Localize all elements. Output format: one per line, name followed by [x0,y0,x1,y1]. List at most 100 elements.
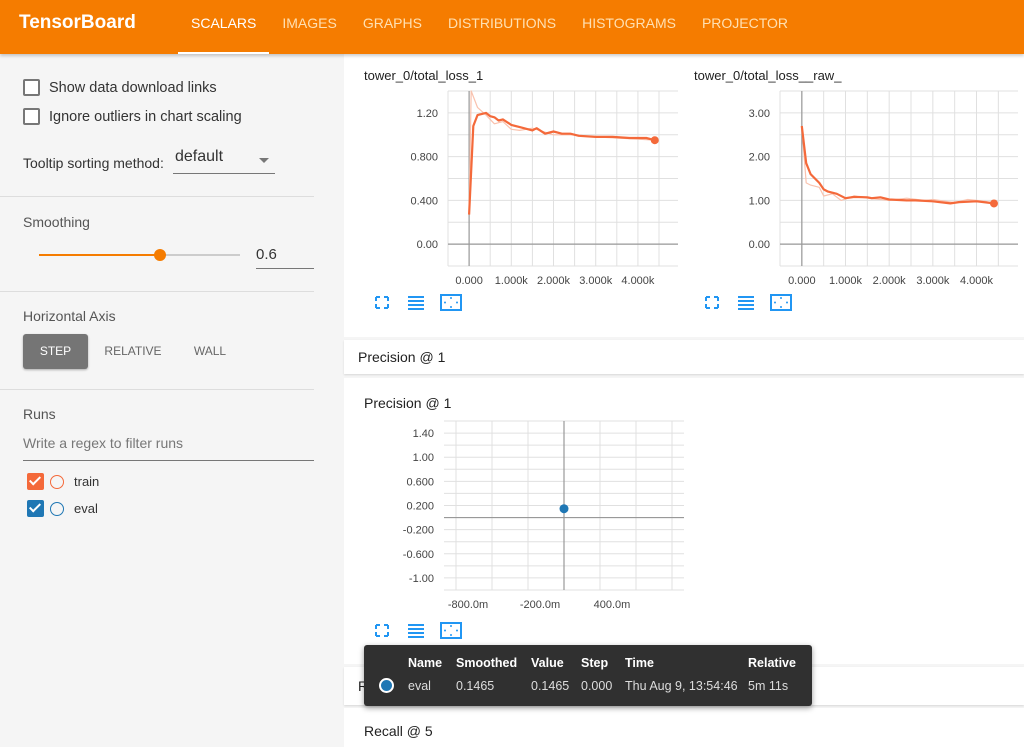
x-tick-label: 400.0m [594,599,631,611]
y-tick-label: 0.400 [410,195,438,207]
chart-title: tower_0/total_loss_1 [364,68,484,83]
chart-title: Precision @ 1 [364,395,452,411]
tooltip-step: 0.000 [581,679,613,693]
tab-histograms[interactable]: HISTOGRAMS [569,0,689,54]
tooltip-header-name: Name [408,656,443,670]
smoothing-slider-knob[interactable] [153,249,166,261]
tab-projector[interactable]: PROJECTOR [689,0,801,54]
show-download-links-label: Show data download links [49,79,217,96]
y-tick-label: 0.00 [417,239,438,251]
chart-toolbar [702,294,792,311]
fullscreen-icon[interactable] [372,294,392,311]
chart-tooltip: Name Smoothed Value Step Time Relative e… [364,645,812,706]
divider [0,291,314,292]
precision-chart[interactable]: 1.40 1.00 0.600 0.200 -0.200 -0.600 -1.00 -800.… [358,416,698,616]
fit-domain-icon[interactable] [440,294,462,311]
last-point-marker [650,136,659,145]
x-tick-label: -200.0m [520,599,560,611]
axis-step-button[interactable]: STEP [23,334,88,369]
tooltip-header-time: Time [625,656,654,670]
chart-toolbar [372,622,462,639]
x-tick-label: 4.000k [960,275,994,287]
axis-wall-button[interactable]: WALL [180,334,240,369]
y-tick-label: 0.00 [749,239,770,251]
x-tick-label: 3.000k [916,275,950,287]
tooltip-header-value: Value [531,656,564,670]
tooltip-sorting-value: default [175,148,224,165]
y-tick-label: 1.40 [413,428,434,440]
dropdown-arrow-icon [259,158,269,163]
y-tick-label: 1.20 [417,108,438,120]
x-tick-label: 0.000 [788,275,816,287]
tooltip-header-relative: Relative [748,656,796,670]
tooltip-header-smoothed: Smoothed [456,656,518,670]
toggle-log-scale-icon[interactable] [406,294,426,311]
x-tick-label: 2.000k [537,275,571,287]
sidebar: Show data download links Ignore outliers… [0,54,344,747]
y-tick-label: 0.800 [410,152,438,164]
run-train-label: train [74,474,100,489]
y-tick-label: -0.600 [403,549,434,561]
tab-scalars[interactable]: SCALARS [178,0,270,54]
toggle-log-scale-icon[interactable] [736,294,756,311]
tab-distributions[interactable]: DISTRIBUTIONS [435,0,569,54]
chart-title: Recall @ 5 [364,723,433,739]
run-item-train[interactable]: train [27,473,99,490]
top-app-bar: TensorBoard SCALARS IMAGES GRAPHS DISTRI… [0,0,1024,54]
axis-relative-button[interactable]: RELATIVE [96,334,170,369]
run-eval-color-icon[interactable] [50,501,64,516]
tooltip-header-step: Step [581,656,609,670]
tooltip-name: eval [408,679,431,693]
x-tick-label: 1.000k [495,275,529,287]
x-tick-label: 1.000k [829,275,863,287]
run-item-eval[interactable]: eval [27,500,98,517]
toggle-log-scale-icon[interactable] [406,622,426,639]
loss-chart[interactable]: 1.20 0.800 0.400 0.00 0.000 1.000k 2.000k 3.000… [358,86,688,291]
y-tick-label: 2.00 [749,152,770,164]
x-tick-label: -800.0m [448,599,488,611]
run-filter-placeholder: Write a regex to filter runs [23,435,184,451]
chart-toolbar [372,294,462,311]
recall-card: Recall @ 5 [344,708,1024,747]
show-download-links-option[interactable]: Show data download links [23,79,217,96]
tab-graphs[interactable]: GRAPHS [350,0,435,54]
run-train-color-icon[interactable] [50,474,64,489]
x-tick-label: 3.000k [579,275,613,287]
section-title: Precision @ 1 [358,349,446,365]
fit-domain-icon[interactable] [440,622,462,639]
smoothed-series-line [800,125,995,205]
smoothing-slider[interactable] [39,249,240,261]
ignore-outliers-label: Ignore outliers in chart scaling [49,108,242,125]
loss-raw-chart[interactable]: 3.00 2.00 1.00 0.00 0.000 1.000k 2.000k 3.000k 4… [688,86,1024,291]
x-tick-label: 4.000k [621,275,655,287]
tab-images[interactable]: IMAGES [269,0,349,54]
section-header-precision[interactable]: Precision @ 1 [344,340,1024,374]
fullscreen-icon[interactable] [372,622,392,639]
smoothing-input[interactable]: 0.6 [256,242,314,269]
smoothing-slider-fill [39,254,160,256]
fit-domain-icon[interactable] [770,294,792,311]
nav-tabs: SCALARS IMAGES GRAPHS DISTRIBUTIONS HIST… [178,0,801,54]
ignore-outliers-checkbox[interactable] [23,108,40,125]
smoothing-label: Smoothing [23,214,90,230]
run-filter-input[interactable]: Write a regex to filter runs [23,435,314,461]
horizontal-axis-label: Horizontal Axis [23,308,116,324]
tooltip-relative: 5m 11s [748,679,789,693]
precision-card: Precision @ 1 1.40 1.00 0.600 0.200 -0.200 -0… [344,378,1024,664]
chart-title: tower_0/total_loss__raw_ [694,68,842,83]
fullscreen-icon[interactable] [702,294,722,311]
y-tick-label: 1.00 [413,452,434,464]
y-tick-label: 0.200 [406,501,434,513]
show-download-links-checkbox[interactable] [23,79,40,96]
smoothed-series-line [468,111,656,215]
run-train-checkbox[interactable] [27,473,44,490]
x-tick-label: 2.000k [873,275,907,287]
tooltip-sorting-select[interactable]: default [173,148,275,174]
divider [0,389,314,390]
divider [0,196,314,197]
app-title: TensorBoard [19,12,136,33]
ignore-outliers-option[interactable]: Ignore outliers in chart scaling [23,108,242,125]
last-point-marker [989,199,998,208]
run-eval-checkbox[interactable] [27,500,44,517]
run-color-dot-icon [379,678,394,693]
